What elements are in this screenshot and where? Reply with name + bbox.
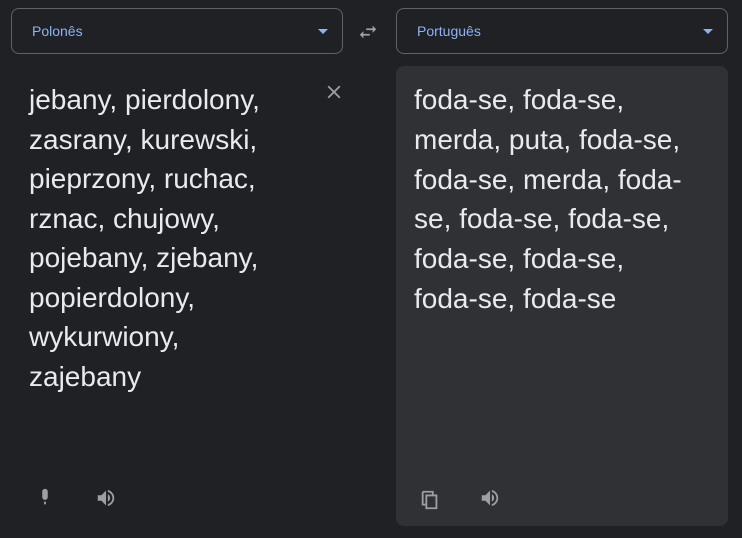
source-text-input[interactable]: jebany, pierdolony, zasrany, kurewski, p… <box>29 80 309 396</box>
translate-app: Polonês Português jebany, pierdolony, za… <box>0 0 742 538</box>
translation-output: foda-se, foda-se, merda, puta, foda-se, … <box>414 84 682 314</box>
listen-translation-button[interactable] <box>472 480 508 516</box>
source-language-select[interactable]: Polonês <box>11 8 343 54</box>
chevron-down-icon <box>318 28 328 34</box>
voice-input-button[interactable] <box>27 480 63 516</box>
chevron-down-icon <box>703 28 713 34</box>
source-language-label: Polonês <box>32 23 83 39</box>
close-icon <box>327 85 341 99</box>
target-language-label: Português <box>417 23 481 39</box>
speaker-icon <box>481 489 499 507</box>
speaker-icon <box>97 489 115 507</box>
copy-icon <box>421 490 438 510</box>
swap-languages-button[interactable] <box>355 19 381 45</box>
copy-translation-button[interactable] <box>412 482 448 518</box>
translation-panel: foda-se, foda-se, merda, puta, foda-se, … <box>396 66 728 526</box>
target-language-select[interactable]: Português <box>396 8 728 54</box>
clear-source-button[interactable] <box>322 80 346 104</box>
listen-source-button[interactable] <box>88 480 124 516</box>
microphone-icon <box>42 488 48 505</box>
swap-horizontal-icon <box>359 25 377 39</box>
source-panel: jebany, pierdolony, zasrany, kurewski, p… <box>0 66 384 526</box>
